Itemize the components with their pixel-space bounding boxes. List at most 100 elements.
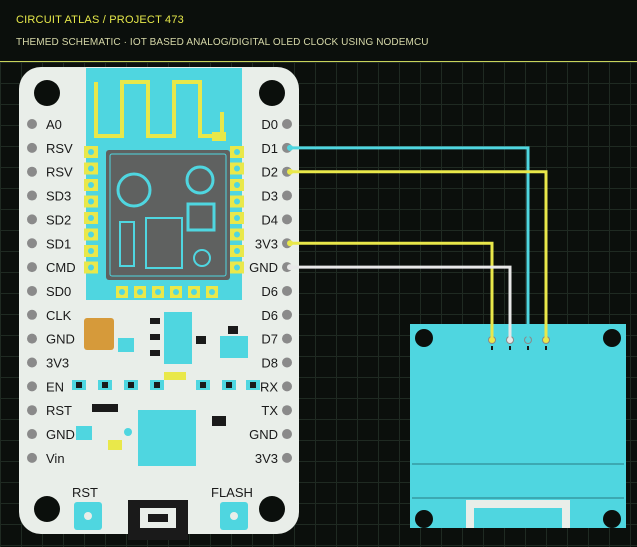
right-pin-0[interactable] bbox=[282, 119, 292, 129]
mounting-hole bbox=[259, 80, 285, 106]
module-pad-hole bbox=[88, 248, 94, 254]
left-pin-label: 3V3 bbox=[46, 356, 69, 371]
module-pad-hole bbox=[88, 165, 94, 172]
right-pin-label: RX bbox=[260, 379, 278, 394]
smd-resistor-body bbox=[128, 382, 134, 388]
left-pin-6[interactable] bbox=[27, 262, 37, 273]
right-pin-label: D4 bbox=[261, 212, 278, 227]
module-pad-hole bbox=[191, 289, 197, 295]
right-pin-9[interactable] bbox=[282, 333, 292, 344]
usb-tongue bbox=[148, 514, 168, 522]
left-pin-label: EN bbox=[46, 379, 64, 394]
right-pin-label: D6 bbox=[261, 284, 278, 299]
smd-component bbox=[212, 416, 226, 426]
left-pin-4[interactable] bbox=[27, 214, 37, 225]
smd-component bbox=[196, 336, 206, 344]
left-pin-label: A0 bbox=[46, 117, 62, 132]
right-pin-label: D1 bbox=[261, 141, 278, 156]
rst-button-label: RST bbox=[72, 485, 98, 500]
left-pin-2[interactable] bbox=[27, 166, 37, 177]
mounting-hole bbox=[34, 80, 60, 106]
right-pin-7[interactable] bbox=[282, 285, 292, 296]
flash-button-cap[interactable] bbox=[230, 512, 238, 520]
rst-button-cap[interactable] bbox=[84, 512, 92, 520]
left-pin-label: SD0 bbox=[46, 284, 71, 299]
smd-resistor-body bbox=[250, 382, 256, 388]
smd-component bbox=[108, 440, 122, 450]
smd-component bbox=[118, 338, 134, 352]
right-pin-label: TX bbox=[261, 403, 278, 418]
right-pin-label: 3V3 bbox=[255, 236, 278, 251]
mounting-hole bbox=[34, 496, 60, 522]
right-pin-14[interactable] bbox=[282, 452, 292, 463]
nodemcu-board: A0 RSV RSV SD3 SD2 SD1 CMD SD0 CLK GND 3V3 EN RST GND… bbox=[19, 67, 299, 540]
right-pin-label: 3V3 bbox=[255, 451, 278, 466]
left-pin-5[interactable] bbox=[27, 238, 37, 249]
module-pad-hole bbox=[234, 248, 240, 254]
transistor-module bbox=[164, 312, 192, 364]
left-pin-label: RSV bbox=[46, 141, 73, 156]
right-pin-8[interactable] bbox=[282, 309, 292, 320]
smd-resistor-body bbox=[76, 382, 82, 388]
left-pin-1[interactable] bbox=[27, 142, 37, 153]
smd-resistor-body bbox=[200, 382, 206, 388]
left-pin-header: A0 RSV RSV SD3 SD2 SD1 CMD SD0 CLK GND 3V3 EN RST GND… bbox=[27, 117, 76, 466]
module-pad-hole bbox=[88, 149, 94, 155]
rst-button[interactable]: RST bbox=[72, 485, 102, 530]
smd-resistor-body bbox=[154, 382, 160, 388]
flash-button-label: FLASH bbox=[211, 485, 253, 500]
rf-shield bbox=[106, 150, 230, 280]
module-pad-hole bbox=[234, 264, 240, 271]
wires bbox=[287, 144, 549, 343]
module-pad-hole bbox=[88, 198, 94, 205]
module-pad-hole bbox=[88, 215, 94, 221]
left-pin-label: SD1 bbox=[46, 236, 71, 251]
right-pin-13[interactable] bbox=[282, 429, 292, 440]
wire-endpoint bbox=[287, 240, 293, 247]
left-pin-12[interactable] bbox=[27, 405, 37, 416]
right-pin-12[interactable] bbox=[282, 405, 292, 416]
left-pin-10[interactable] bbox=[27, 357, 37, 368]
left-pin-14[interactable] bbox=[27, 452, 37, 463]
oled-pin-mark bbox=[545, 346, 547, 350]
left-pin-label: Vin bbox=[46, 451, 65, 466]
right-pin-label: D7 bbox=[261, 332, 278, 347]
smd-component bbox=[220, 336, 248, 358]
right-pin-10[interactable] bbox=[282, 357, 292, 368]
left-pin-9[interactable] bbox=[27, 333, 37, 344]
left-pin-7[interactable] bbox=[27, 285, 37, 296]
smd-component bbox=[124, 428, 132, 436]
oled-mounting-hole bbox=[603, 510, 621, 528]
module-pad-hole bbox=[88, 264, 94, 271]
oled-mounting-hole bbox=[603, 329, 621, 347]
left-pin-3[interactable] bbox=[27, 190, 37, 201]
micro-usb-port bbox=[128, 500, 188, 540]
module-pad-hole bbox=[234, 215, 240, 221]
module-pad-hole bbox=[119, 289, 125, 295]
wire-endpoint bbox=[543, 337, 549, 343]
smd-resistor-body bbox=[102, 382, 108, 388]
oled-pcb bbox=[410, 324, 626, 528]
left-pin-label: SD3 bbox=[46, 189, 71, 204]
wire-endpoint bbox=[287, 168, 293, 175]
wire-endpoint bbox=[525, 337, 531, 343]
smd-component bbox=[150, 318, 160, 324]
left-pin-label: GND bbox=[46, 427, 75, 442]
wire-endpoint bbox=[287, 264, 293, 271]
right-pin-11[interactable] bbox=[282, 381, 292, 392]
schematic-stage: CIRCUIT ATLAS / PROJECT 473 THEMED SCHEM… bbox=[0, 0, 637, 547]
smd-component bbox=[228, 326, 238, 334]
left-pin-13[interactable] bbox=[27, 429, 37, 440]
led-indicator bbox=[164, 372, 186, 380]
right-pin-4[interactable] bbox=[282, 214, 292, 225]
oled-pin-mark bbox=[527, 346, 529, 350]
left-pin-8[interactable] bbox=[27, 309, 37, 320]
usb-uart-chip bbox=[138, 410, 196, 466]
wire-d2 bbox=[292, 170, 548, 340]
right-pin-label: D3 bbox=[261, 189, 278, 204]
right-pin-label: D2 bbox=[261, 165, 278, 180]
smd-component bbox=[150, 350, 160, 356]
left-pin-11[interactable] bbox=[27, 381, 37, 392]
left-pin-0[interactable] bbox=[27, 119, 37, 129]
right-pin-3[interactable] bbox=[282, 190, 292, 201]
